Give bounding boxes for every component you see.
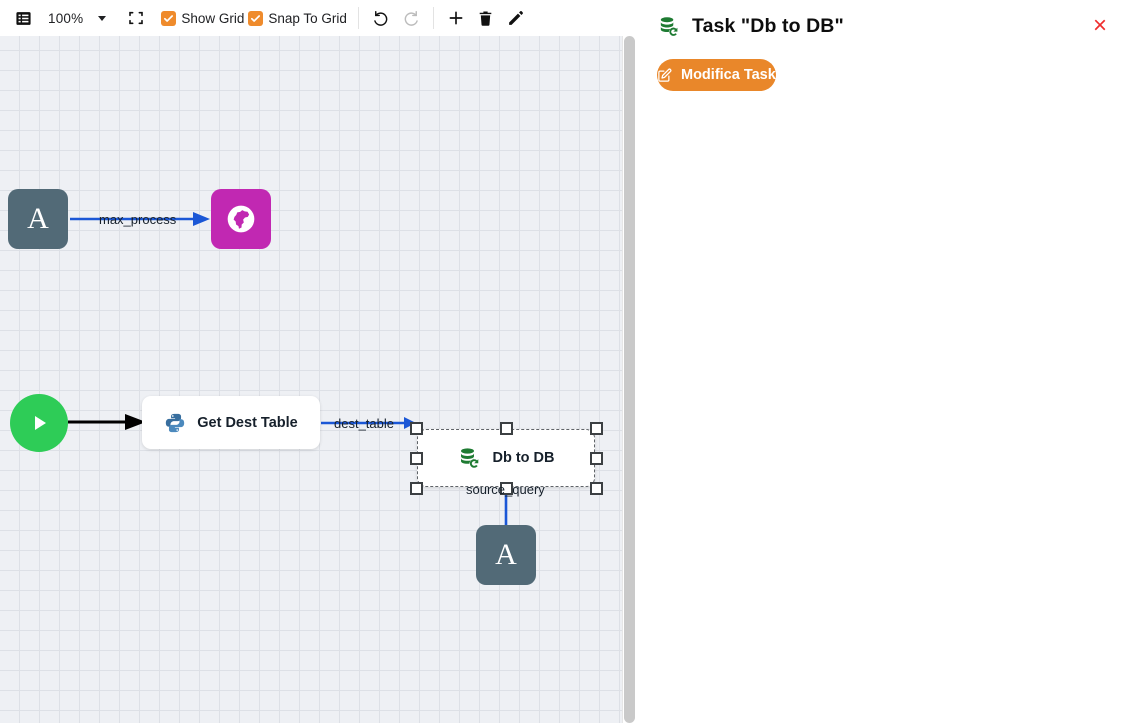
- check-icon: [248, 10, 264, 26]
- check-icon: [161, 10, 177, 26]
- canvas-node-start[interactable]: [10, 394, 68, 452]
- canvas-node-db-to-db[interactable]: Db to DB: [417, 429, 595, 487]
- app-root: 100% Show Grid Snap To Grid A max_proces…: [0, 0, 1131, 723]
- canvas-node-variable-max-process[interactable]: A: [8, 189, 68, 249]
- list-menu-icon[interactable]: [8, 4, 38, 32]
- canvas-node-globe[interactable]: [211, 189, 271, 249]
- trash-icon[interactable]: [471, 4, 501, 32]
- edge-label-dest-table: dest_table: [334, 416, 394, 431]
- edit-task-button[interactable]: Modifica Task: [657, 59, 776, 91]
- edge-label-source-query: source_query: [466, 482, 545, 497]
- pencil-icon[interactable]: [501, 4, 531, 32]
- plus-icon[interactable]: [441, 4, 471, 32]
- edit-task-label: Modifica Task: [681, 67, 776, 83]
- canvas-node-label: Get Dest Table: [197, 414, 298, 431]
- flow-canvas-container[interactable]: A max_process Get Dest Table Db to DB de…: [0, 36, 635, 723]
- globe-icon: [211, 189, 271, 249]
- canvas-node-variable-source-query[interactable]: A: [476, 525, 536, 585]
- undo-icon[interactable]: [366, 4, 396, 32]
- page-title: Task "Db to DB": [692, 14, 844, 37]
- canvas-scrollbar-track[interactable]: [622, 36, 635, 723]
- toolbar-divider: [432, 7, 434, 29]
- show-grid-label: Show Grid: [181, 10, 245, 26]
- pencil-square-icon: [657, 68, 672, 83]
- snap-to-grid-label: Snap To Grid: [268, 10, 347, 26]
- resize-handle-nw[interactable]: [410, 422, 423, 435]
- play-icon: [10, 394, 68, 452]
- variable-letter-a-icon: A: [476, 525, 536, 585]
- snap-to-grid-checkbox[interactable]: Snap To Grid: [248, 10, 347, 26]
- redo-icon[interactable]: [396, 4, 426, 32]
- flow-editor: 100% Show Grid Snap To Grid A max_proces…: [0, 0, 635, 723]
- fullscreen-icon[interactable]: [121, 4, 151, 32]
- edge-label-max-process: max_process: [99, 212, 177, 227]
- chevron-down-icon[interactable]: [91, 4, 113, 32]
- python-icon: [164, 412, 186, 434]
- canvas-scrollbar-thumb[interactable]: [624, 36, 635, 723]
- show-grid-checkbox[interactable]: Show Grid: [161, 10, 245, 26]
- editor-toolbar: 100% Show Grid Snap To Grid: [0, 0, 635, 36]
- resize-handle-e[interactable]: [590, 452, 603, 465]
- resize-handle-se[interactable]: [590, 482, 603, 495]
- database-icon: [457, 446, 481, 470]
- variable-letter-a-icon: A: [8, 189, 68, 249]
- canvas-node-get-dest-table[interactable]: Get Dest Table: [142, 396, 320, 449]
- database-icon: [657, 15, 680, 38]
- resize-handle-sw[interactable]: [410, 482, 423, 495]
- resize-handle-ne[interactable]: [590, 422, 603, 435]
- panel-header: Task "Db to DB" ×: [635, 0, 1131, 38]
- resize-handle-w[interactable]: [410, 452, 423, 465]
- task-detail-panel: Task "Db to DB" × Modifica Task Dest tab…: [635, 0, 1131, 723]
- close-icon[interactable]: ×: [1093, 14, 1111, 38]
- edges-layer: [68, 212, 512, 555]
- canvas-node-label: Db to DB: [492, 450, 555, 466]
- resize-handle-n[interactable]: [500, 422, 513, 435]
- toolbar-divider: [357, 7, 359, 29]
- zoom-level[interactable]: 100%: [38, 11, 91, 26]
- flow-canvas[interactable]: A max_process Get Dest Table Db to DB de…: [0, 36, 622, 723]
